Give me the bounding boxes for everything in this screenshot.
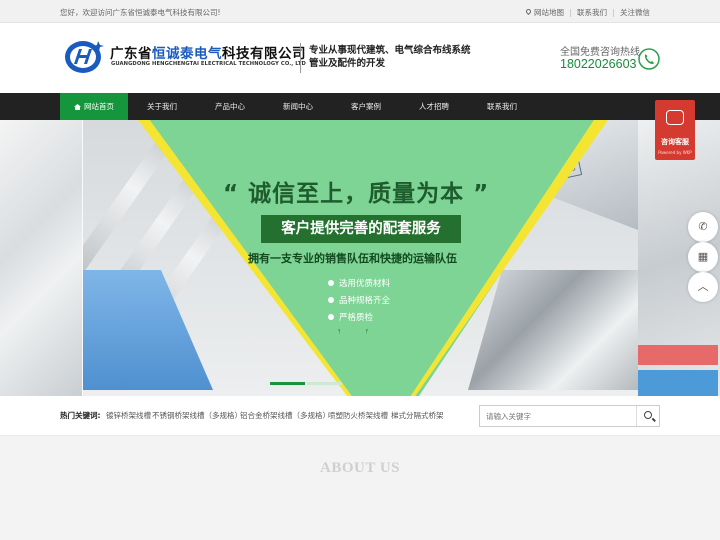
nav-news[interactable]: 新闻中心 (264, 93, 332, 120)
bullet-icon (328, 297, 334, 303)
header-divider (300, 43, 301, 73)
wechat-link[interactable]: 关注微信 (614, 7, 656, 18)
banner-point: 品种规格齐全 (328, 293, 390, 310)
search-input[interactable] (480, 406, 635, 426)
phone-icon (638, 48, 660, 70)
company-name-prefix: 广东省 (110, 46, 152, 62)
search-box (479, 405, 660, 427)
keyword-link[interactable]: 不锈钢桥架线槽（多规格） (152, 410, 242, 421)
banner-prev-slide (0, 120, 82, 396)
keyword-link[interactable]: 铝合金桥架线槽（多规格） (240, 410, 330, 421)
nav-home-label: 网站首页 (84, 102, 114, 111)
banner-point: 选用优质材料 (328, 276, 390, 293)
service-label: 咨询客服 (661, 138, 689, 146)
banner-points: 选用优质材料 品种规格齐全 严格质检 (328, 276, 390, 327)
banner-ribbon-text: 客户提供完善的配套服务 (281, 221, 441, 237)
slogan-line-1: 专业从事现代建筑、电气综合布线系统 (309, 45, 471, 56)
keyword-link[interactable]: 梯式分隔式桥架 (391, 410, 444, 421)
slider-dot-active[interactable] (270, 382, 305, 385)
company-name-suffix: 科技有限公司 (222, 46, 306, 62)
hero-banner[interactable]: A0E3 “ 诚信至上，质量为本 ” 客户提供完善的配套服务 拥有一支专业的销售… (0, 120, 720, 396)
company-name: 广东省恒诚泰电气科技有限公司 (110, 42, 306, 62)
product-photo (638, 345, 718, 365)
product-photo (638, 370, 718, 396)
top-bar: 您好，欢迎访问广东省恒诚泰电气科技有限公司! 网站地图 联系我们 关注微信 (0, 0, 720, 23)
contact-link[interactable]: 联系我们 (571, 7, 613, 18)
side-phone-button[interactable]: ✆ (688, 212, 718, 242)
hotline-number[interactable]: 18022026603 (560, 57, 636, 71)
nav-jobs[interactable]: 人才招聘 (400, 93, 468, 120)
company-slogan: 专业从事现代建筑、电气综合布线系统 管业及配件的开发 (309, 44, 471, 70)
slider-pagination (270, 382, 344, 385)
blue-tray-photo (83, 270, 213, 390)
home-icon (74, 104, 81, 110)
keyword-bar: 热门关键词: 镀锌桥架线槽 不锈钢桥架线槽（多规格） 铝合金桥架线槽（多规格） … (0, 396, 720, 436)
hot-keywords-title: 热门关键词: (60, 411, 101, 420)
sitemap-link[interactable]: 网站地图 (520, 7, 570, 18)
chevron-up-icon: ︿ (697, 280, 709, 293)
banner-point-text: 品种规格齐全 (339, 296, 391, 306)
nav-cases[interactable]: 客户案例 (332, 93, 400, 120)
banner-main-slide: A0E3 “ 诚信至上，质量为本 ” 客户提供完善的配套服务 拥有一支专业的销售… (83, 120, 638, 396)
back-to-top-button[interactable]: ︿ (688, 272, 718, 302)
nav-home[interactable]: 网站首页 (60, 93, 128, 120)
banner-tagline: 拥有一支专业的销售队伍和快捷的运输队伍 (248, 252, 457, 265)
company-name-highlight: 恒诚泰电气 (152, 46, 222, 62)
company-logo-icon[interactable] (63, 37, 105, 75)
about-us-heading: ABOUT US (320, 460, 400, 476)
banner-point-text: 选用优质材料 (339, 279, 391, 289)
service-powered: Powered by WKP (658, 150, 692, 155)
top-links: 网站地图 联系我们 关注微信 (520, 7, 656, 18)
header: 广东省恒诚泰电气科技有限公司 GUANGDONG HENGCHENGTAI EL… (0, 23, 720, 93)
nav-products[interactable]: 产品中心 (196, 93, 264, 120)
slogan-line-2: 管业及配件的开发 (309, 58, 386, 69)
main-nav: 网站首页 关于我们 产品中心 新闻中心 客户案例 人才招聘 联系我们 (0, 93, 720, 120)
hotline-label: 全国免费咨询热线 (560, 47, 640, 58)
online-service-widget[interactable]: 咨询客服 Powered by WKP (655, 100, 695, 160)
nav-contact[interactable]: 联系我们 (468, 93, 536, 120)
welcome-text: 您好，欢迎访问广东省恒诚泰电气科技有限公司! (60, 8, 221, 17)
banner-point: 严格质检 (328, 310, 390, 327)
search-icon (644, 411, 652, 419)
location-pin-icon (524, 7, 533, 16)
company-name-en: GUANGDONG HENGCHENGTAI ELECTRICAL TECHNO… (111, 61, 306, 67)
phone-icon: ✆ (698, 220, 708, 233)
bullet-icon (328, 314, 334, 320)
chat-bubble-icon (666, 110, 684, 125)
nav-about[interactable]: 关于我们 (128, 93, 196, 120)
side-qrcode-button[interactable]: ▦ (688, 242, 718, 272)
search-button[interactable] (636, 406, 660, 426)
banner-quote: “ 诚信至上，质量为本 ” (223, 181, 490, 207)
sitemap-link-label: 网站地图 (534, 8, 564, 17)
steel-tray-photo (468, 270, 638, 390)
slider-dot[interactable] (307, 382, 342, 385)
bullet-icon (328, 280, 334, 286)
qrcode-icon: ▦ (697, 250, 709, 263)
banner-point-text: 严格质检 (339, 313, 374, 323)
keyword-link[interactable]: 喷塑防火桥架线槽 (328, 410, 388, 421)
keyword-link[interactable]: 镀锌桥架线槽 (106, 410, 151, 421)
